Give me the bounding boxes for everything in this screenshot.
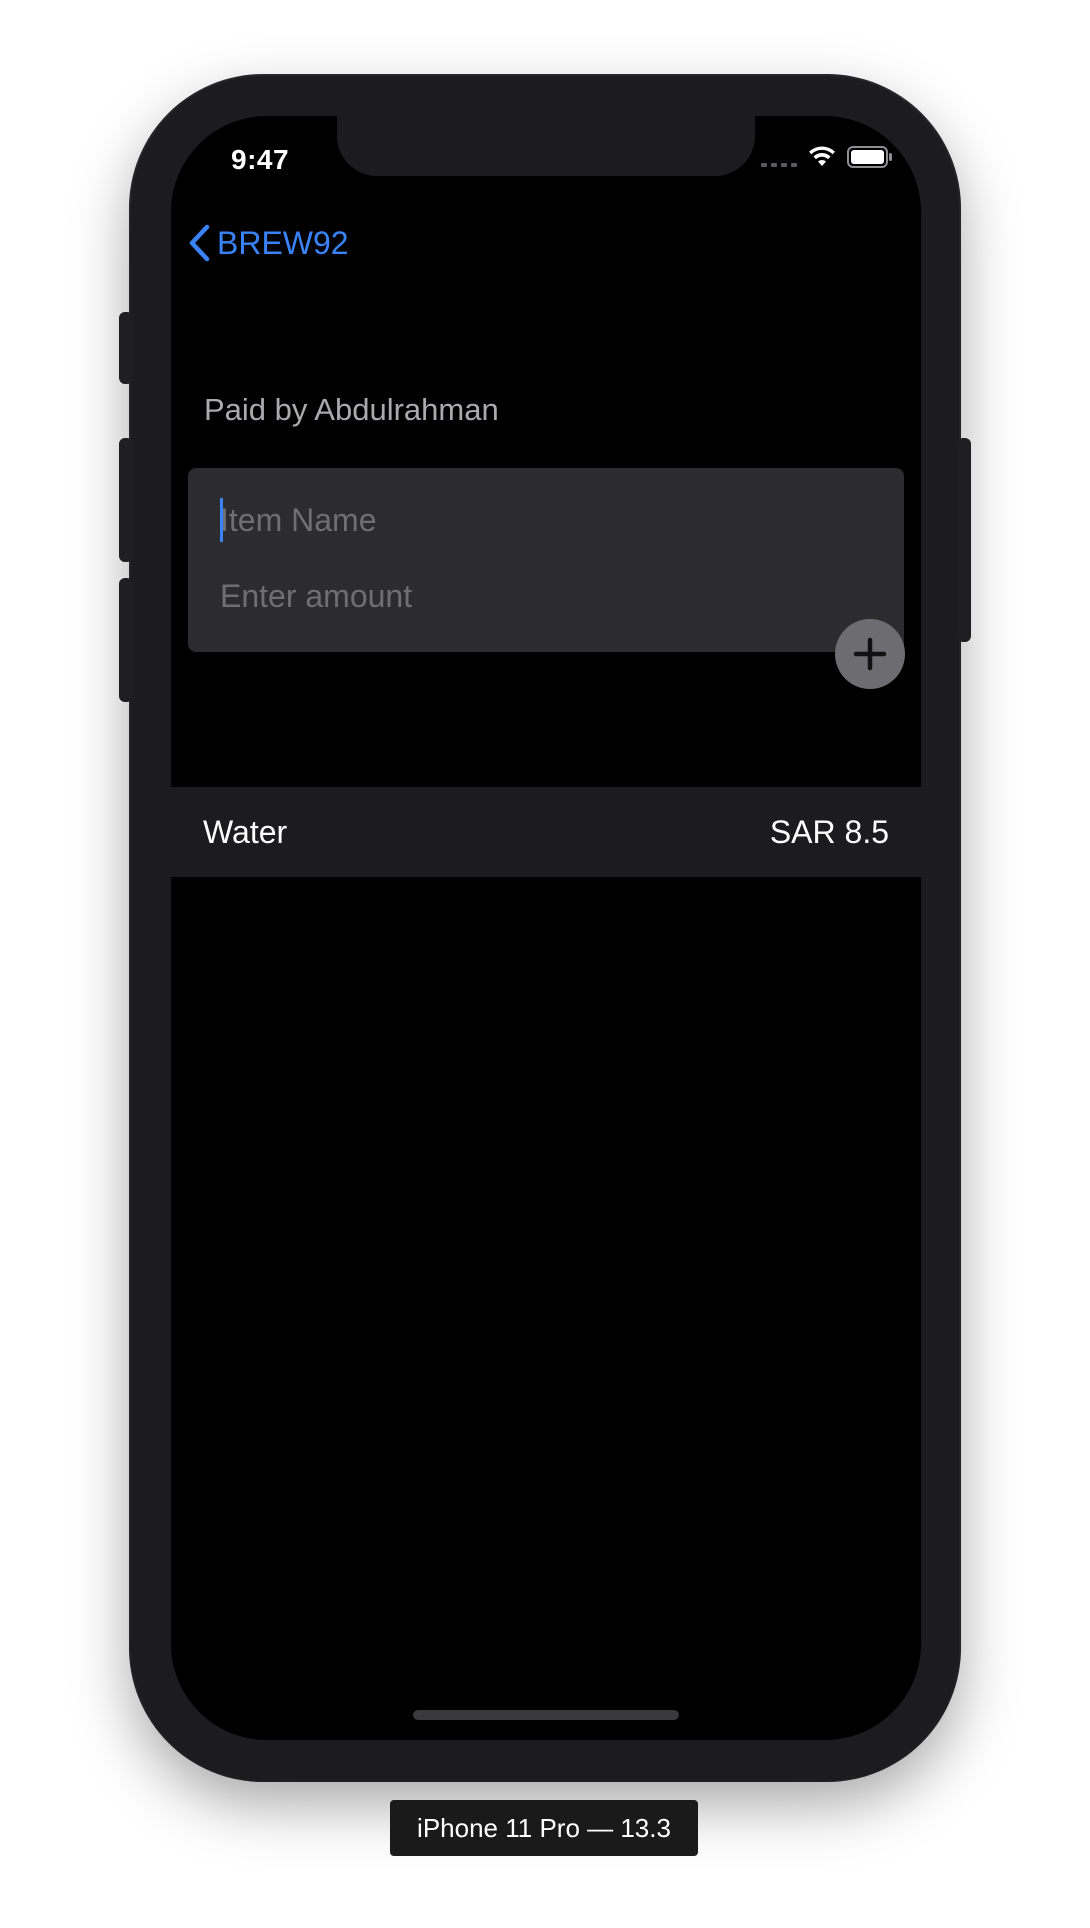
simulator-device-label: iPhone 11 Pro — 13.3 <box>390 1800 698 1856</box>
paid-by-label: Paid by Abdulrahman <box>204 392 499 427</box>
back-button-label: BREW92 <box>217 224 349 261</box>
silent-switch <box>119 312 133 384</box>
text-cursor <box>220 498 223 542</box>
add-item-form <box>188 468 904 652</box>
cellular-signal-icon <box>761 147 797 167</box>
status-icons <box>761 146 893 168</box>
item-name-input[interactable] <box>220 494 860 546</box>
volume-down-button <box>119 578 133 702</box>
wifi-icon <box>809 146 835 166</box>
power-button <box>957 438 971 642</box>
chevron-left-icon <box>189 224 210 262</box>
iphone-device-frame: 9:47 BREW92 Paid by Abdulrahman Item Nam… <box>119 76 971 1780</box>
list-item[interactable]: Water SAR 8.5 <box>171 787 921 877</box>
back-button[interactable]: BREW92 <box>187 224 349 262</box>
plus-icon <box>853 637 887 671</box>
battery-icon <box>847 146 892 168</box>
amount-input[interactable] <box>220 570 860 622</box>
item-amount: SAR 8.5 <box>769 814 889 850</box>
app-screen: 9:47 BREW92 Paid by Abdulrahman Item Nam… <box>171 116 921 1740</box>
item-name: Water <box>203 814 288 850</box>
status-time: 9:47 <box>231 144 290 175</box>
home-indicator[interactable] <box>413 1710 679 1720</box>
add-item-button[interactable] <box>835 619 905 689</box>
notch <box>337 116 755 176</box>
volume-up-button <box>119 438 133 562</box>
